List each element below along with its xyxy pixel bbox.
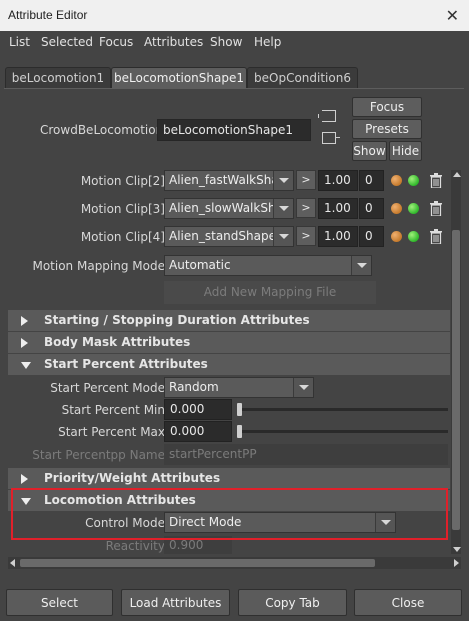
motion-clip-4-value: Alien_standShape1 [169, 229, 275, 243]
motion-clip-4-label: Motion Clip[4] [80, 230, 165, 244]
chevron-down-icon [273, 171, 293, 190]
start-percent-max-field[interactable]: 0.000 [164, 421, 232, 442]
chevron-down-icon [273, 199, 293, 218]
expand-arrow-icon [21, 316, 28, 326]
green-status-icon[interactable] [408, 203, 419, 214]
motion-clip-4-index[interactable]: 0 [359, 226, 384, 247]
section-priority-weight-title: Priority/Weight Attributes [44, 471, 221, 485]
tab-belocomotion1[interactable]: beLocomotion1 [5, 67, 111, 89]
focus-button[interactable]: Focus [352, 97, 422, 117]
slider-handle[interactable] [237, 403, 242, 416]
horizontal-scrollbar[interactable] [8, 557, 461, 569]
collapse-arrow-icon [21, 362, 31, 369]
motion-clip-3-weight[interactable]: 1.00 [318, 198, 358, 219]
hide-button[interactable]: Hide [389, 141, 422, 161]
scroll-left-arrow-icon[interactable] [10, 559, 15, 567]
section-starting-stopping[interactable]: Starting / Stopping Duration Attributes [8, 310, 450, 331]
section-start-percent[interactable]: Start Percent Attributes [8, 354, 450, 375]
motion-mapping-mode-dropdown[interactable]: Automatic [164, 255, 372, 276]
select-button[interactable]: Select [6, 589, 113, 616]
scroll-down-arrow-icon[interactable] [453, 547, 461, 552]
motion-clip-4-dropdown[interactable]: Alien_standShape1 [164, 226, 294, 247]
motion-clip-3-index[interactable]: 0 [359, 198, 384, 219]
scroll-right-arrow-icon[interactable] [454, 559, 459, 567]
section-priority-weight[interactable]: Priority/Weight Attributes [8, 468, 450, 489]
show-button[interactable]: Show [352, 141, 387, 161]
start-percentpp-name-field[interactable]: startPercentPP [164, 444, 448, 465]
menu-selected[interactable]: Selected [41, 35, 93, 49]
motion-clip-2-value: Alien_fastWalkShape [169, 173, 275, 187]
close-window-icon[interactable]: ✕ [446, 6, 459, 25]
title-bar: Attribute Editor ✕ [0, 0, 469, 32]
motion-clip-2-dropdown[interactable]: Alien_fastWalkShape [164, 170, 294, 191]
orange-status-icon[interactable] [391, 203, 402, 214]
node-name-field[interactable]: beLocomotionShape1 [157, 119, 311, 141]
start-percentpp-name-label: Start Percentpp Name [32, 448, 165, 462]
start-percent-mode-value: Random [169, 380, 219, 394]
tab-beopcondition6[interactable]: beOpCondition6 [247, 67, 358, 89]
copy-tab-button[interactable]: Copy Tab [238, 589, 347, 616]
menu-focus[interactable]: Focus [99, 35, 133, 49]
motion-clip-2-go-button[interactable]: > [296, 170, 316, 190]
motion-clip-2-label: Motion Clip[2] [80, 174, 165, 188]
orange-status-icon[interactable] [391, 231, 402, 242]
reactivity-label: Reactivity [105, 539, 165, 553]
trash-icon[interactable] [430, 173, 442, 191]
tab-belocomotionshape1[interactable]: beLocomotionShape1 [111, 67, 247, 89]
add-mapping-file-button[interactable]: Add New Mapping File [164, 281, 376, 304]
section-body-mask-title: Body Mask Attributes [44, 335, 191, 349]
motion-clip-3-value: Alien_slowWalkShap [169, 201, 275, 215]
motion-clip-2-weight[interactable]: 1.00 [318, 170, 358, 191]
start-percent-max-slider[interactable] [238, 430, 448, 433]
orange-status-icon[interactable] [391, 175, 402, 186]
window-title: Attribute Editor [8, 8, 88, 22]
presets-button[interactable]: Presets [352, 119, 422, 139]
trash-icon[interactable] [430, 229, 442, 247]
motion-clip-2-index[interactable]: 0 [359, 170, 384, 191]
section-starting-stopping-title: Starting / Stopping Duration Attributes [44, 313, 310, 327]
start-percent-mode-dropdown[interactable]: Random [164, 377, 314, 398]
section-start-percent-title: Start Percent Attributes [44, 357, 208, 371]
motion-mapping-mode-value: Automatic [169, 258, 231, 272]
menu-help[interactable]: Help [254, 35, 281, 49]
trash-icon[interactable] [430, 201, 442, 219]
motion-clip-4-weight[interactable]: 1.00 [318, 226, 358, 247]
chevron-down-icon [273, 227, 293, 246]
output-connection-icon[interactable] [322, 132, 340, 144]
node-type-label: CrowdBeLocomotion: [40, 123, 168, 137]
chevron-down-icon [293, 378, 313, 397]
horizontal-scroll-thumb[interactable] [20, 559, 375, 567]
green-status-icon[interactable] [408, 231, 419, 242]
tab-divider [4, 88, 464, 89]
scroll-up-arrow-icon[interactable] [453, 172, 461, 177]
start-percent-mode-label: Start Percent Mode [50, 381, 165, 395]
motion-clip-3-go-button[interactable]: > [296, 198, 316, 218]
vertical-scrollbar[interactable] [451, 170, 461, 554]
expand-arrow-icon [21, 474, 28, 484]
start-percent-min-field[interactable]: 0.000 [164, 399, 232, 420]
close-button[interactable]: Close [354, 589, 462, 616]
slider-handle[interactable] [237, 425, 242, 438]
green-status-icon[interactable] [408, 175, 419, 186]
motion-clip-3-label: Motion Clip[3] [80, 202, 165, 216]
start-percent-min-slider[interactable] [238, 408, 448, 411]
menu-list[interactable]: List [9, 35, 30, 49]
section-body-mask[interactable]: Body Mask Attributes [8, 332, 450, 353]
menu-show[interactable]: Show [210, 35, 242, 49]
menu-attributes[interactable]: Attributes [144, 35, 203, 49]
motion-mapping-mode-label: Motion Mapping Mode [32, 259, 165, 273]
start-percent-max-label: Start Percent Max [58, 425, 165, 439]
start-percent-min-label: Start Percent Min [61, 403, 165, 417]
menu-bar: List Selected Focus Attributes Show Help [0, 31, 469, 53]
motion-clip-4-go-button[interactable]: > [296, 226, 316, 246]
chevron-down-icon [351, 256, 371, 275]
motion-clip-3-dropdown[interactable]: Alien_slowWalkShap [164, 198, 294, 219]
expand-arrow-icon [21, 338, 28, 348]
input-connection-icon[interactable] [318, 110, 336, 122]
highlight-box [11, 488, 448, 540]
vertical-scroll-thumb[interactable] [452, 230, 460, 530]
load-attributes-button[interactable]: Load Attributes [121, 589, 230, 616]
